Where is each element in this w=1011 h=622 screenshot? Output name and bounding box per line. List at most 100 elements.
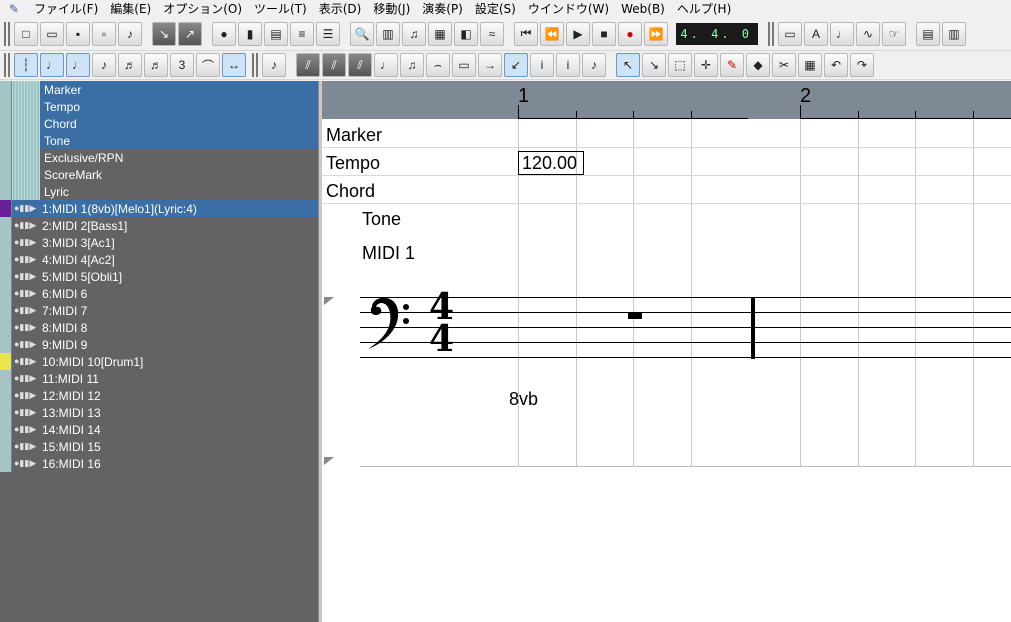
track-controls-icon[interactable]: ●▮▮▶	[14, 407, 40, 418]
track-row-tempo[interactable]: Tempo	[0, 98, 318, 115]
staff-end-marker-icon[interactable]	[324, 457, 334, 465]
menu-edit[interactable]: 編集(E)	[104, 0, 157, 17]
menu-help[interactable]: ヘルプ(H)	[671, 0, 737, 17]
track-controls-icon[interactable]: ●▮▮▶	[14, 237, 40, 248]
stop-icon[interactable]: ■	[592, 21, 616, 46]
track-row-midi-9[interactable]: ●▮▮▶ 9:MIDI 9	[0, 336, 318, 353]
track-controls-icon[interactable]: ●▮▮▶	[14, 441, 40, 452]
toolbar-grip-4[interactable]	[252, 53, 258, 77]
track-controls-icon[interactable]: ●▮▮▶	[14, 356, 40, 367]
record-icon[interactable]: ●	[618, 21, 642, 46]
toolbar-grip-2[interactable]	[768, 21, 774, 46]
track-row-midi-15[interactable]: ●▮▮▶ 15:MIDI 15	[0, 438, 318, 455]
undo-icon[interactable]: ↶	[824, 53, 848, 77]
toolbar-grip[interactable]	[4, 21, 10, 46]
track-row-chord[interactable]: Chord	[0, 115, 318, 132]
menu-play[interactable]: 演奏(P)	[416, 0, 469, 17]
track-row-marker[interactable]: Marker	[0, 81, 318, 98]
point-select-icon[interactable]: ✛	[694, 53, 718, 77]
track-row-midi-2[interactable]: ●▮▮▶ 2:MIDI 2[Bass1]	[0, 217, 318, 234]
track-row-midi-12[interactable]: ●▮▮▶ 12:MIDI 12	[0, 387, 318, 404]
mixer-icon[interactable]: ●	[212, 21, 236, 46]
eraser-icon[interactable]: ◆	[746, 53, 770, 77]
new-file-icon[interactable]: □	[14, 21, 38, 46]
eighth-note-icon[interactable]: ♪	[92, 53, 116, 77]
select-arrow-icon[interactable]: ↖	[616, 53, 640, 77]
triplet-icon[interactable]: 3	[170, 53, 194, 77]
tool-select-icon[interactable]: ✂	[772, 53, 796, 77]
track-row-midi-5[interactable]: ●▮▮▶ 5:MIDI 5[Obli1]	[0, 268, 318, 285]
thirtysecond-note-icon[interactable]: ♬	[144, 53, 168, 77]
beam-icon[interactable]: ⫽	[296, 53, 320, 77]
track-controls-icon[interactable]: ●▮▮▶	[14, 322, 40, 333]
menu-file[interactable]: ファイル(F)	[28, 0, 104, 17]
play-icon[interactable]: ▶	[566, 21, 590, 46]
track-row-midi-10[interactable]: ●▮▮▶ 10:MIDI 10[Drum1]	[0, 353, 318, 370]
fast-forward-icon[interactable]: ⏩	[644, 21, 668, 46]
tie-icon[interactable]: ⌒	[196, 53, 220, 77]
track-row-exclusive[interactable]: Exclusive/RPN	[0, 149, 318, 166]
menu-tools[interactable]: ツール(T)	[248, 0, 313, 17]
chord-symbol-icon[interactable]: A	[804, 21, 828, 46]
level-meter-icon[interactable]: ▮	[238, 21, 262, 46]
track-view-icon[interactable]: ▤	[264, 21, 288, 46]
info-note-icon[interactable]: i	[530, 53, 554, 77]
piano-roll-icon[interactable]: ▥	[376, 21, 400, 46]
track-controls-icon[interactable]: ●▮▮▶	[14, 271, 40, 282]
chord-chart-icon[interactable]: ▦	[428, 21, 452, 46]
note-box-icon[interactable]: ♪	[582, 53, 606, 77]
multi-track-icon[interactable]: ▥	[942, 21, 966, 46]
lyric-tool-icon[interactable]: ↙	[504, 53, 528, 77]
tempo-value[interactable]: 120.00	[518, 151, 584, 175]
save-icon[interactable]: ▪	[66, 21, 90, 46]
score-editor[interactable]: 1 2 Marker Tempo Chord 120.00 Tone MIDI …	[322, 81, 1011, 622]
wave-icon[interactable]: ≈	[480, 21, 504, 46]
guitar-icon[interactable]: ♫	[402, 21, 426, 46]
track-controls-icon[interactable]: ●▮▮▶	[14, 288, 40, 299]
track-row-midi-8[interactable]: ●▮▮▶ 8:MIDI 8	[0, 319, 318, 336]
rect-select-icon[interactable]: ⬚	[668, 53, 692, 77]
go-to-start-icon[interactable]: ⏮	[514, 21, 538, 46]
staff-marker-icon[interactable]	[324, 297, 334, 305]
width-fit-icon[interactable]: ↔	[222, 53, 246, 77]
menu-window[interactable]: ウインドウ(W)	[522, 0, 615, 17]
open-folder-icon[interactable]: ▭	[40, 21, 64, 46]
music-file-icon[interactable]: ♪	[118, 21, 142, 46]
list-view-icon[interactable]: ≡	[290, 21, 314, 46]
track-controls-icon[interactable]: ●▮▮▶	[14, 254, 40, 265]
track-row-scoremark[interactable]: ScoreMark	[0, 166, 318, 183]
track-row-midi-14[interactable]: ●▮▮▶ 14:MIDI 14	[0, 421, 318, 438]
vibrato-icon[interactable]: ∿	[856, 21, 880, 46]
menu-web[interactable]: Web(B)	[615, 2, 671, 16]
track-row-midi-1[interactable]: ●▮▮▶ 1:MIDI 1(8vb)[Melo1](Lyric:4)	[0, 200, 318, 217]
print-preview-icon[interactable]: 🔍	[350, 21, 374, 46]
quarter-note-icon[interactable]: ♩	[66, 53, 90, 77]
info-p-icon[interactable]: i	[556, 53, 580, 77]
track-row-midi-6[interactable]: ●▮▮▶ 6:MIDI 6	[0, 285, 318, 302]
note-insert-icon[interactable]: ♩	[40, 53, 64, 77]
whole-rest-icon[interactable]	[628, 313, 642, 319]
split-icon[interactable]: ◧	[454, 21, 478, 46]
track-row-tone[interactable]: Tone	[0, 132, 318, 149]
cursor-tool-icon[interactable]: ☞	[882, 21, 906, 46]
save-as-icon[interactable]: ▫	[92, 21, 116, 46]
track-row-midi-7[interactable]: ●▮▮▶ 7:MIDI 7	[0, 302, 318, 319]
menu-options[interactable]: オプション(O)	[157, 0, 248, 17]
track-row-midi-13[interactable]: ●▮▮▶ 13:MIDI 13	[0, 404, 318, 421]
piano-tool-icon[interactable]: ▦	[798, 53, 822, 77]
track-row-midi-4[interactable]: ●▮▮▶ 4:MIDI 4[Ac2]	[0, 251, 318, 268]
beam-2-icon[interactable]: ⫽	[322, 53, 346, 77]
stem-flip-icon[interactable]: ♫	[400, 53, 424, 77]
score-view-icon[interactable]: ▤	[916, 21, 940, 46]
note-icon[interactable]: ♩	[830, 21, 854, 46]
rewind-icon[interactable]: ⏪	[540, 21, 564, 46]
grid-snap-icon[interactable]: ┆	[14, 53, 38, 77]
track-controls-icon[interactable]: ●▮▮▶	[14, 390, 40, 401]
box-icon[interactable]: ▭	[452, 53, 476, 77]
track-row-lyric[interactable]: Lyric	[0, 183, 318, 200]
import-icon[interactable]: ↘	[152, 21, 176, 46]
toolbar-grip-3[interactable]	[4, 53, 10, 77]
event-list-icon[interactable]: ☰	[316, 21, 340, 46]
display-icon[interactable]: ▭	[778, 21, 802, 46]
sixteenth-note-icon[interactable]: ♬	[118, 53, 142, 77]
